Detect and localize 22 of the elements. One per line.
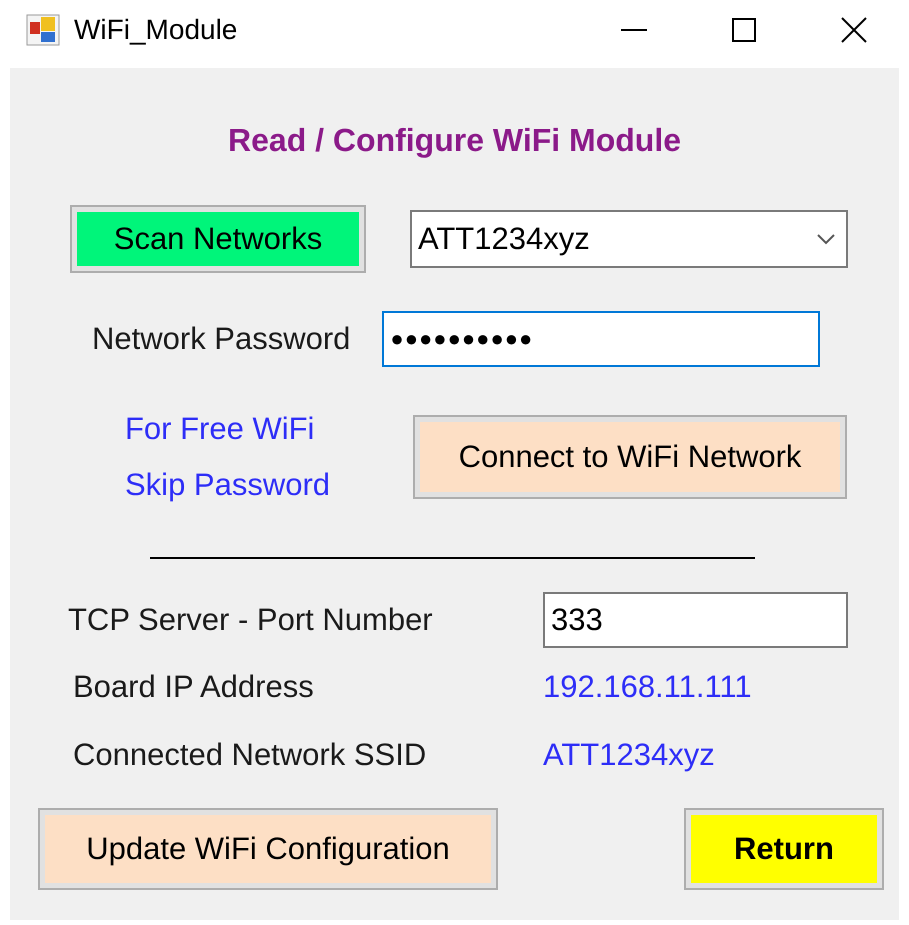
close-icon	[841, 17, 867, 43]
network-dropdown[interactable]: ATT1234xyz	[410, 210, 848, 268]
hint-text: Skip Password	[125, 466, 330, 504]
form-heading: Read / Configure WiFi Module	[228, 122, 682, 158]
port-label: TCP Server - Port Number	[68, 602, 434, 638]
window-title: WiFi_Module	[74, 14, 238, 46]
app-icon	[26, 14, 60, 46]
maximize-icon	[732, 18, 756, 42]
info-label: Board IP Address	[73, 669, 315, 705]
return-button[interactable]: Return	[684, 808, 884, 890]
hint-text: For Free WiFi	[125, 410, 314, 448]
info-value: 192.168.11.111	[543, 669, 752, 705]
minimize-icon	[621, 29, 647, 31]
info-label: Connected Network SSID	[73, 737, 428, 773]
connect-button[interactable]: Connect to WiFi Network	[413, 415, 847, 499]
update-configuration-button[interactable]: Update WiFi Configuration	[38, 808, 498, 890]
port-field[interactable]: 333	[543, 592, 848, 648]
password-label: Network Password	[92, 321, 350, 357]
chevron-icon	[816, 233, 836, 245]
password-field[interactable]: ●●●●●●●●●●	[382, 311, 820, 367]
info-value: ATT1234xyz	[543, 737, 715, 773]
scan-networks-button[interactable]: Scan Networks	[70, 205, 366, 273]
